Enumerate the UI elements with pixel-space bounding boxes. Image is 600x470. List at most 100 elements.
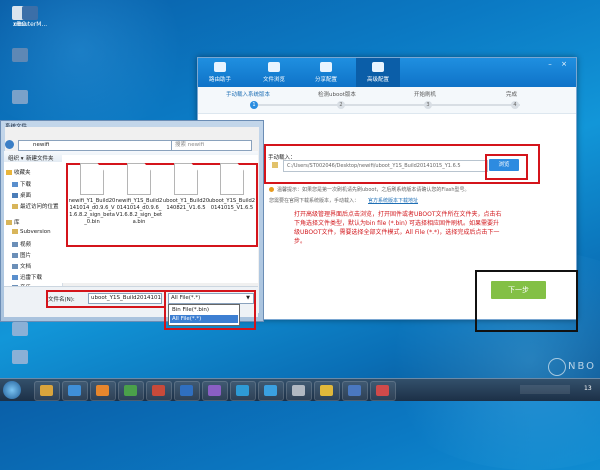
picture-icon: [12, 253, 18, 258]
taskbar-item[interactable]: [370, 381, 396, 401]
tray-icons[interactable]: [520, 385, 570, 394]
nav-documents[interactable]: 文档: [12, 262, 31, 270]
taskbar-item[interactable]: [230, 381, 256, 401]
nav-downloads[interactable]: 下载: [12, 180, 31, 188]
taskbar-item[interactable]: [118, 381, 144, 401]
nav-recent[interactable]: 最近访问的位置: [12, 202, 59, 210]
share-icon: [320, 62, 332, 72]
taskbar-item[interactable]: [342, 381, 368, 401]
nav-libraries[interactable]: 库: [6, 218, 20, 226]
file-item[interactable]: uboot_Y1_Build20140821_V1.6.5: [162, 163, 210, 212]
nav-label: 图片: [20, 253, 32, 259]
nav-pictures[interactable]: 图片: [12, 251, 31, 259]
step-label: 手动载入系统版本: [226, 92, 271, 98]
file-name: newifi_Y1_Build20141014_d0.9.6_V1.6.8.2_…: [68, 198, 116, 225]
nav-subversion[interactable]: Subversion: [12, 229, 51, 235]
highlight-frame-browse: [485, 154, 528, 180]
file-item[interactable]: newifi_Y1S_Build20141014_d0.9.6_V1.6.8.2…: [115, 163, 163, 226]
desktop-icon[interactable]: [0, 48, 40, 63]
nav-label: Subversion: [20, 229, 51, 235]
download-icon: [12, 182, 18, 187]
new-folder-button[interactable]: 新建文件夹: [26, 154, 54, 162]
taskbar-item[interactable]: [90, 381, 116, 401]
step-indicator: 2: [337, 101, 345, 109]
app-icon: [180, 385, 193, 396]
step-label: 检测uboot版本: [318, 92, 356, 98]
document-icon: [12, 264, 18, 269]
app-icon: [68, 385, 81, 396]
nav-label: 最近访问的位置: [20, 204, 59, 210]
progress-steps: 手动载入系统版本 检测uboot版本 开始刷机 完成 1 2 3 4: [198, 87, 576, 114]
nav-desktop[interactable]: 桌面: [12, 191, 31, 199]
tab-label: 文件浏览: [262, 77, 285, 83]
file-icon: [174, 163, 198, 195]
taskbar-item[interactable]: [202, 381, 228, 401]
app-icon: [292, 385, 305, 396]
file-icon: [80, 163, 104, 195]
taskbar-item[interactable]: [34, 381, 60, 401]
app-icon: [208, 385, 221, 396]
folder-icon: [268, 62, 280, 72]
step-indicator: 4: [511, 101, 519, 109]
app-icon: [12, 90, 28, 104]
step-indicator: 1: [250, 101, 258, 109]
info-icon: [269, 187, 274, 192]
taskbar-item[interactable]: [174, 381, 200, 401]
file-item[interactable]: uboot_Y1S_Build20141015_V1.6.5: [208, 163, 256, 212]
app-icon: [376, 385, 389, 396]
tab-router-assistant[interactable]: 路由助手: [198, 58, 242, 87]
taskbar-item[interactable]: [146, 381, 172, 401]
taskbar: 13: [0, 378, 600, 401]
nav-favorites[interactable]: 收藏夹: [6, 168, 31, 176]
recent-icon: [12, 204, 18, 209]
navigation-pane: 收藏夹 下载 桌面 最近访问的位置 库 Subversion 视频 图片 文档 …: [4, 162, 63, 291]
tab-file-browse[interactable]: 文件浏览: [252, 58, 296, 87]
tab-share-config[interactable]: 分享配置: [304, 58, 348, 87]
step-label: 开始刷机: [414, 92, 437, 98]
tool-header: 路由助手 文件浏览 分享配置 高级配置 – ×: [198, 58, 576, 87]
app-icon: [96, 385, 109, 396]
watermark-logo: [548, 358, 566, 376]
nav-label: 下载: [20, 182, 32, 188]
search-input[interactable]: 搜索 newifi: [171, 140, 252, 151]
nav-label: 文档: [20, 264, 32, 270]
desktop-icon[interactable]: [0, 90, 40, 105]
download-link[interactable]: 官方系统版本下载地址: [368, 197, 418, 204]
tab-label: 高级配置: [366, 77, 389, 83]
file-icon: [127, 163, 151, 195]
nav-videos[interactable]: 视频: [12, 240, 31, 248]
taskbar-item[interactable]: [62, 381, 88, 401]
file-name: uboot_Y1S_Build20141015_V1.6.5: [208, 198, 256, 211]
tab-advanced-config[interactable]: 高级配置: [356, 58, 400, 87]
nav-label: 收藏夹: [14, 170, 31, 176]
folder-icon: [12, 229, 18, 234]
taskbar-item[interactable]: [258, 381, 284, 401]
nav-label: 迅雷下载: [20, 275, 43, 281]
minimize-button[interactable]: –: [546, 61, 554, 68]
organize-button[interactable]: 组织 ▾: [8, 154, 24, 162]
help-text: 您需要在官网下载系统版本，手动载入：: [269, 198, 360, 204]
back-button[interactable]: [5, 140, 14, 149]
advanced-icon: [372, 62, 384, 72]
address-bar[interactable]: newifi: [18, 140, 172, 151]
router-icon: [214, 62, 226, 72]
app-icon: [320, 385, 333, 396]
desktop-icon[interactable]: [0, 322, 40, 337]
close-button[interactable]: ×: [560, 61, 568, 68]
taskbar-item[interactable]: [286, 381, 312, 401]
nav-thunder-downloads[interactable]: 迅雷下载: [12, 273, 42, 281]
clock[interactable]: 13: [584, 385, 592, 392]
router-icon: [22, 6, 38, 20]
app-icon: [124, 385, 137, 396]
tip-text: 温馨提示：如果您是第一次刷机请先刷uboot，之后刷系统版本请确认您的Flash…: [277, 187, 470, 193]
desktop-icon: [12, 193, 18, 198]
step-connector: [258, 104, 520, 106]
file-item[interactable]: newifi_Y1_Build20141014_d0.9.6_V1.6.8.2_…: [68, 163, 116, 226]
taskbar-item[interactable]: [314, 381, 340, 401]
app-icon: [12, 322, 28, 336]
desktop-icon-xroutermanager[interactable]: xRouterM...: [10, 6, 50, 28]
desktop-icon[interactable]: [0, 350, 40, 365]
highlight-frame-filename: [46, 290, 166, 308]
address-text: newifi: [33, 142, 50, 148]
start-button[interactable]: [3, 381, 21, 399]
